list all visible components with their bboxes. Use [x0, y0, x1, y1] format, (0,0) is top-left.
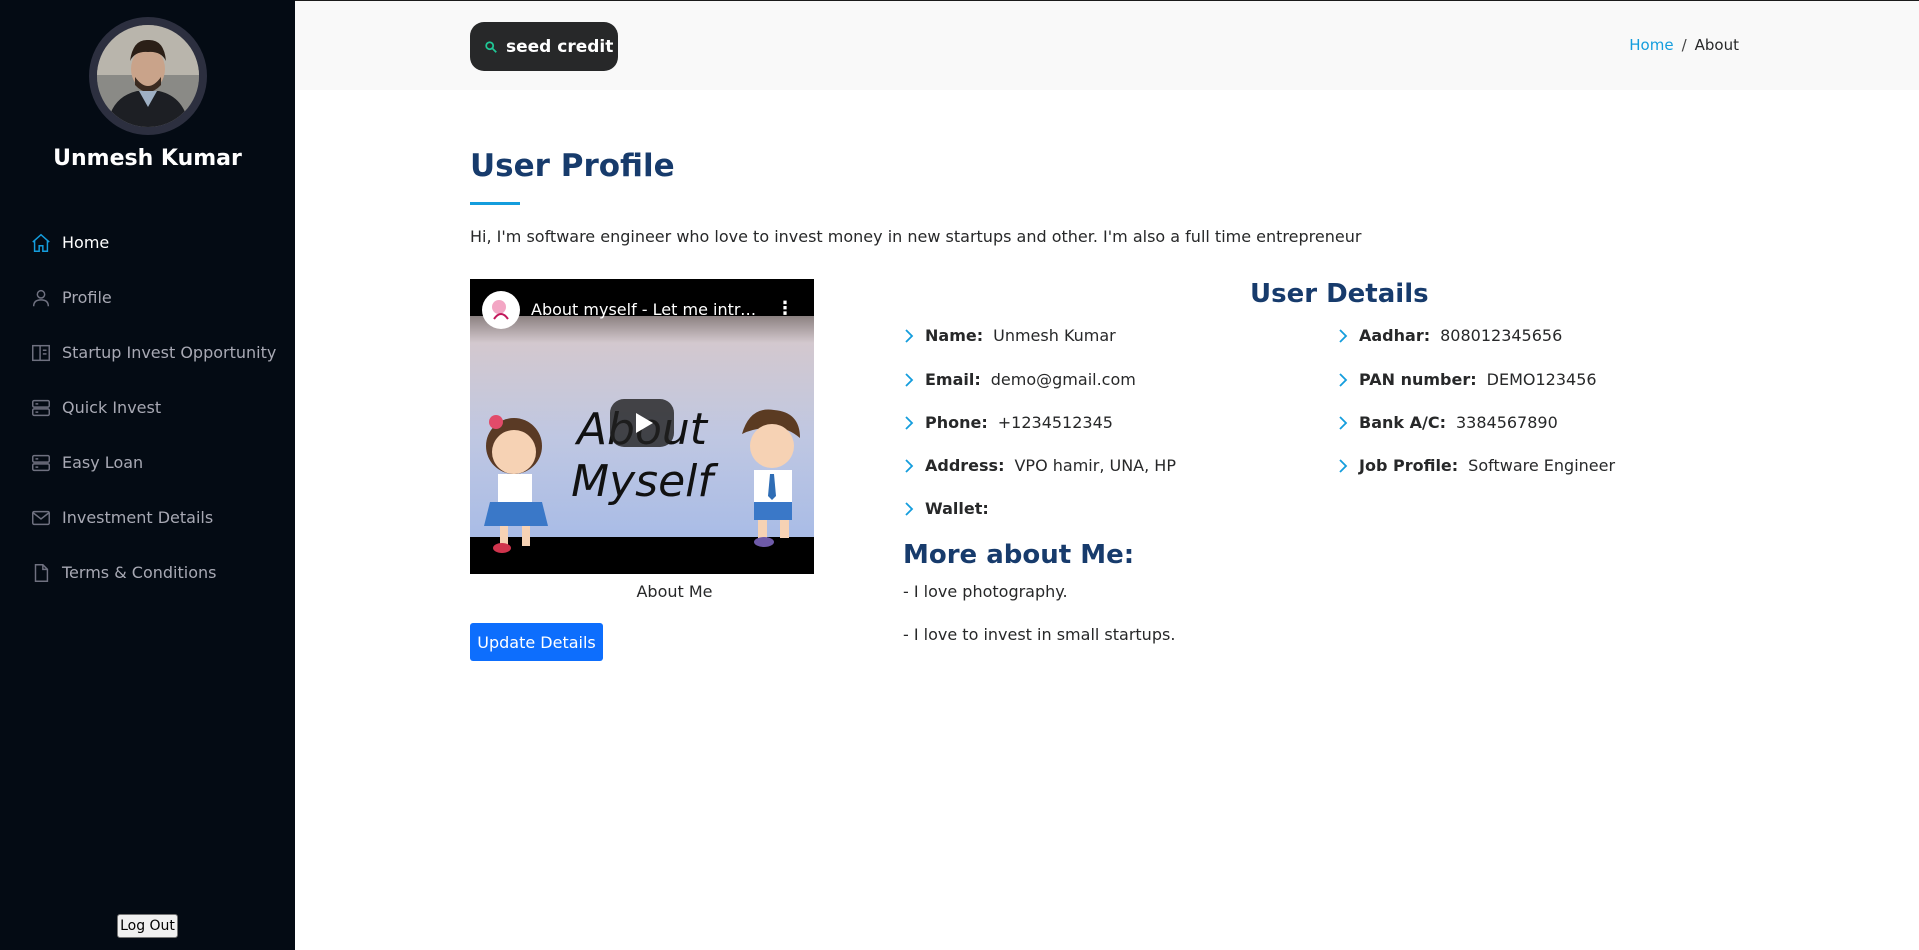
- more-about-item: - I love photography.: [903, 582, 1068, 601]
- sidebar-item-startup-invest[interactable]: Startup Invest Opportunity: [30, 325, 276, 380]
- avatar[interactable]: [89, 17, 207, 135]
- more-about-me-title: More about Me:: [903, 540, 1135, 570]
- page-title: User Profile: [470, 148, 675, 184]
- server-icon: [30, 452, 52, 474]
- envelope-icon: [30, 507, 52, 529]
- chevron-right-icon: [1337, 328, 1349, 344]
- cartoon-boy-image: [742, 409, 800, 547]
- sidebar-nav: Home Profile Startup Invest Opportunity …: [30, 215, 276, 600]
- detail-bank-account: Bank A/C: 3384567890: [1337, 413, 1558, 432]
- sidebar-item-label: Terms & Conditions: [62, 563, 217, 582]
- chevron-right-icon: [903, 328, 915, 344]
- file-icon: [30, 562, 52, 584]
- detail-job-profile: Job Profile: Software Engineer: [1337, 456, 1615, 475]
- detail-phone: Phone: +1234512345: [903, 413, 1113, 432]
- play-icon[interactable]: [610, 399, 674, 447]
- sidebar-item-label: Home: [62, 233, 110, 252]
- sidebar-item-label: Startup Invest Opportunity: [62, 343, 277, 362]
- detail-aadhar: Aadhar: 808012345656: [1337, 326, 1562, 345]
- logo-text: seed credit: [506, 36, 614, 57]
- breadcrumb-current: About: [1694, 36, 1739, 54]
- chevron-right-icon: [903, 501, 915, 517]
- intro-text: Hi, I'm software engineer who love to in…: [470, 227, 1362, 246]
- server-icon: [30, 397, 52, 419]
- sidebar-item-label: Profile: [62, 288, 112, 307]
- detail-address: Address: VPO hamir, UNA, HP: [903, 456, 1176, 475]
- sidebar-item-quick-invest[interactable]: Quick Invest: [30, 380, 276, 435]
- sidebar-item-label: Quick Invest: [62, 398, 162, 417]
- more-vertical-icon[interactable]: ⋮: [776, 298, 794, 319]
- title-underline: [470, 202, 520, 205]
- detail-pan-number: PAN number: DEMO123456: [1337, 370, 1597, 389]
- update-details-button[interactable]: Update Details: [470, 623, 603, 661]
- video-title[interactable]: About myself - Let me intro...: [531, 300, 761, 319]
- sidebar-item-label: Easy Loan: [62, 453, 144, 472]
- sidebar-item-easy-loan[interactable]: Easy Loan: [30, 435, 276, 490]
- breadcrumb-home-link[interactable]: Home: [1629, 36, 1673, 54]
- chevron-right-icon: [1337, 458, 1349, 474]
- layout-icon: [30, 342, 52, 364]
- sidebar-item-terms[interactable]: Terms & Conditions: [30, 545, 276, 600]
- detail-wallet: Wallet:: [903, 499, 999, 518]
- chevron-right-icon: [1337, 415, 1349, 431]
- sidebar: Unmesh Kumar Home Profile Startup Invest…: [0, 0, 295, 950]
- logo[interactable]: seed credit: [470, 22, 618, 71]
- search-icon: [485, 40, 497, 53]
- home-icon: [30, 232, 52, 254]
- cartoon-girl-image: [484, 415, 548, 553]
- detail-name: Name: Unmesh Kumar: [903, 326, 1116, 345]
- breadcrumb-separator: /: [1681, 36, 1687, 54]
- person-icon: [30, 287, 52, 309]
- chevron-right-icon: [903, 458, 915, 474]
- detail-email: Email: demo@gmail.com: [903, 370, 1136, 389]
- chevron-right-icon: [903, 415, 915, 431]
- video-caption: About Me: [636, 582, 713, 601]
- sidebar-item-investment-details[interactable]: Investment Details: [30, 490, 276, 545]
- breadcrumb: Home / About: [1629, 36, 1739, 54]
- profile-name: Unmesh Kumar: [53, 146, 242, 171]
- user-details-title: User Details: [1250, 279, 1429, 309]
- chevron-right-icon: [903, 372, 915, 388]
- video-player[interactable]: About Myself About myself - Let me intro…: [470, 279, 814, 574]
- top-header: seed credit Home / About: [295, 0, 1919, 90]
- chevron-right-icon: [1337, 372, 1349, 388]
- channel-avatar[interactable]: [482, 291, 520, 329]
- more-about-item: - I love to invest in small startups.: [903, 625, 1176, 644]
- sidebar-item-profile[interactable]: Profile: [30, 270, 276, 325]
- sidebar-item-label: Investment Details: [62, 508, 214, 527]
- logout-button[interactable]: Log Out: [117, 914, 178, 938]
- sidebar-item-home[interactable]: Home: [30, 215, 276, 270]
